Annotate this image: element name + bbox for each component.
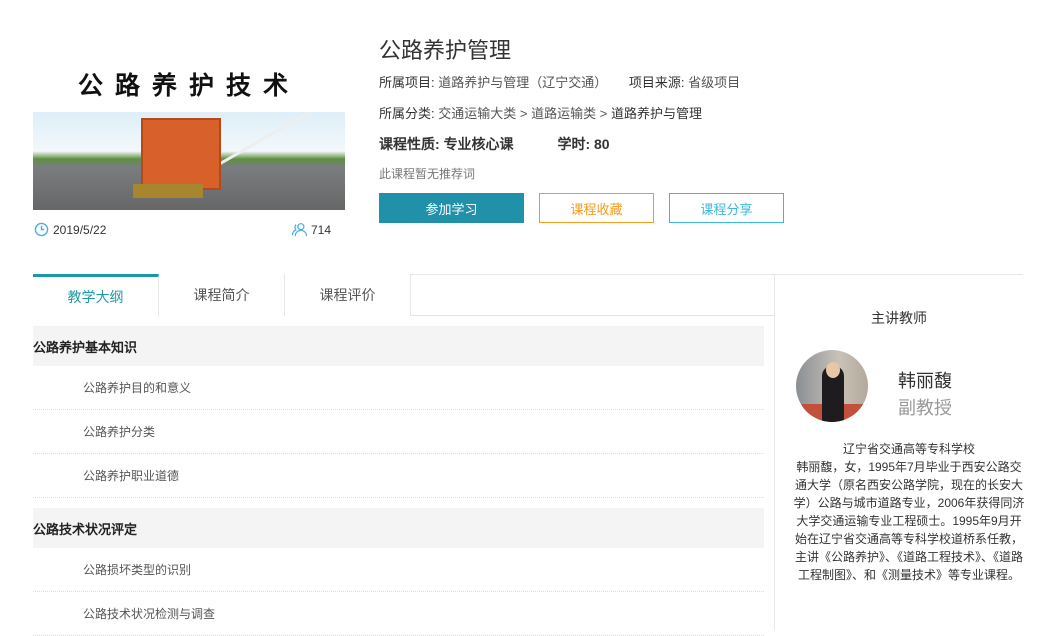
clock-icon bbox=[34, 222, 49, 237]
favorite-course-button[interactable]: 课程收藏 bbox=[539, 193, 654, 223]
source-label: 项目来源: bbox=[628, 75, 685, 90]
course-cover-image: 公路养护技术 bbox=[33, 48, 345, 210]
lesson-item[interactable]: 公路技术状况检测与调查 bbox=[33, 592, 764, 636]
tab-introduction[interactable]: 课程简介 bbox=[159, 274, 285, 316]
teacher-bio: 辽宁省交通高等专科学校 韩丽馥，女，1995年7月毕业于西安公路交通大学（原名西… bbox=[792, 440, 1026, 584]
users-icon bbox=[291, 223, 307, 237]
category-label: 所属分类: bbox=[379, 106, 435, 121]
lesson-item[interactable]: 公路养护分类 bbox=[33, 410, 764, 454]
syllabus-outline: 公路养护基本知识 公路养护目的和意义 公路养护分类 公路养护职业道德 公路技术状… bbox=[33, 326, 764, 636]
learner-count-text: 714 bbox=[311, 222, 332, 237]
course-title: 公路养护管理 bbox=[379, 38, 512, 63]
hours-label: 学时: bbox=[557, 136, 591, 152]
teacher-heading: 主讲教师 bbox=[871, 310, 927, 326]
tab-syllabus[interactable]: 教学大纲 bbox=[33, 274, 159, 317]
learner-count: 714 bbox=[291, 222, 331, 237]
nature-value: 专业核心课 bbox=[443, 136, 514, 152]
publish-date: 2019/5/22 bbox=[34, 222, 106, 237]
teacher-title: 副教授 bbox=[898, 398, 952, 418]
teacher-school: 辽宁省交通高等专科学校 bbox=[842, 442, 975, 456]
project-label: 所属项目: bbox=[379, 75, 435, 90]
project-row: 所属项目: 道路养护与管理（辽宁交通） 项目来源: 省级项目 bbox=[379, 72, 740, 91]
date-text: 2019/5/22 bbox=[53, 222, 107, 237]
lesson-item[interactable]: 公路养护目的和意义 bbox=[33, 366, 764, 410]
share-course-button[interactable]: 课程分享 bbox=[669, 193, 784, 223]
chapter-heading[interactable]: 公路技术状况评定 bbox=[33, 508, 764, 548]
lesson-item[interactable]: 公路养护职业道德 bbox=[33, 454, 764, 498]
category-level-1[interactable]: 交通运输大类 bbox=[438, 106, 516, 121]
breadcrumb-separator: > bbox=[519, 106, 528, 121]
category-level-3[interactable]: 道路养护与管理 bbox=[611, 106, 702, 121]
teacher-name: 韩丽馥 bbox=[898, 371, 952, 391]
cover-title-text: 公路养护技术 bbox=[77, 72, 300, 100]
course-tabs: 教学大纲 课程简介 课程评价 bbox=[33, 274, 774, 317]
teacher-avatar bbox=[796, 350, 868, 422]
recommend-text: 此课程暂无推荐词 bbox=[379, 167, 476, 181]
nature-label: 课程性质: bbox=[379, 136, 440, 152]
lesson-item[interactable]: 公路损坏类型的识别 bbox=[33, 548, 764, 592]
source-value: 省级项目 bbox=[688, 75, 741, 90]
join-study-button[interactable]: 参加学习 bbox=[379, 193, 524, 223]
tab-reviews[interactable]: 课程评价 bbox=[285, 274, 411, 316]
project-value: 道路养护与管理（辽宁交通） bbox=[438, 75, 608, 90]
road-maintenance-photo bbox=[33, 112, 345, 210]
breadcrumb-separator: > bbox=[599, 106, 608, 121]
hours-value: 80 bbox=[594, 136, 610, 152]
teacher-bio-text: 韩丽馥，女，1995年7月毕业于西安公路交通大学（原名西安公路学院，现在的长安大… bbox=[793, 460, 1025, 582]
category-breadcrumb: 所属分类: 交通运输大类 > 道路运输类 > 道路养护与管理 bbox=[379, 103, 702, 122]
chapter-heading[interactable]: 公路养护基本知识 bbox=[33, 326, 764, 366]
nature-row: 课程性质: 专业核心课 学时: 80 bbox=[379, 134, 610, 154]
category-level-2[interactable]: 道路运输类 bbox=[531, 106, 596, 121]
